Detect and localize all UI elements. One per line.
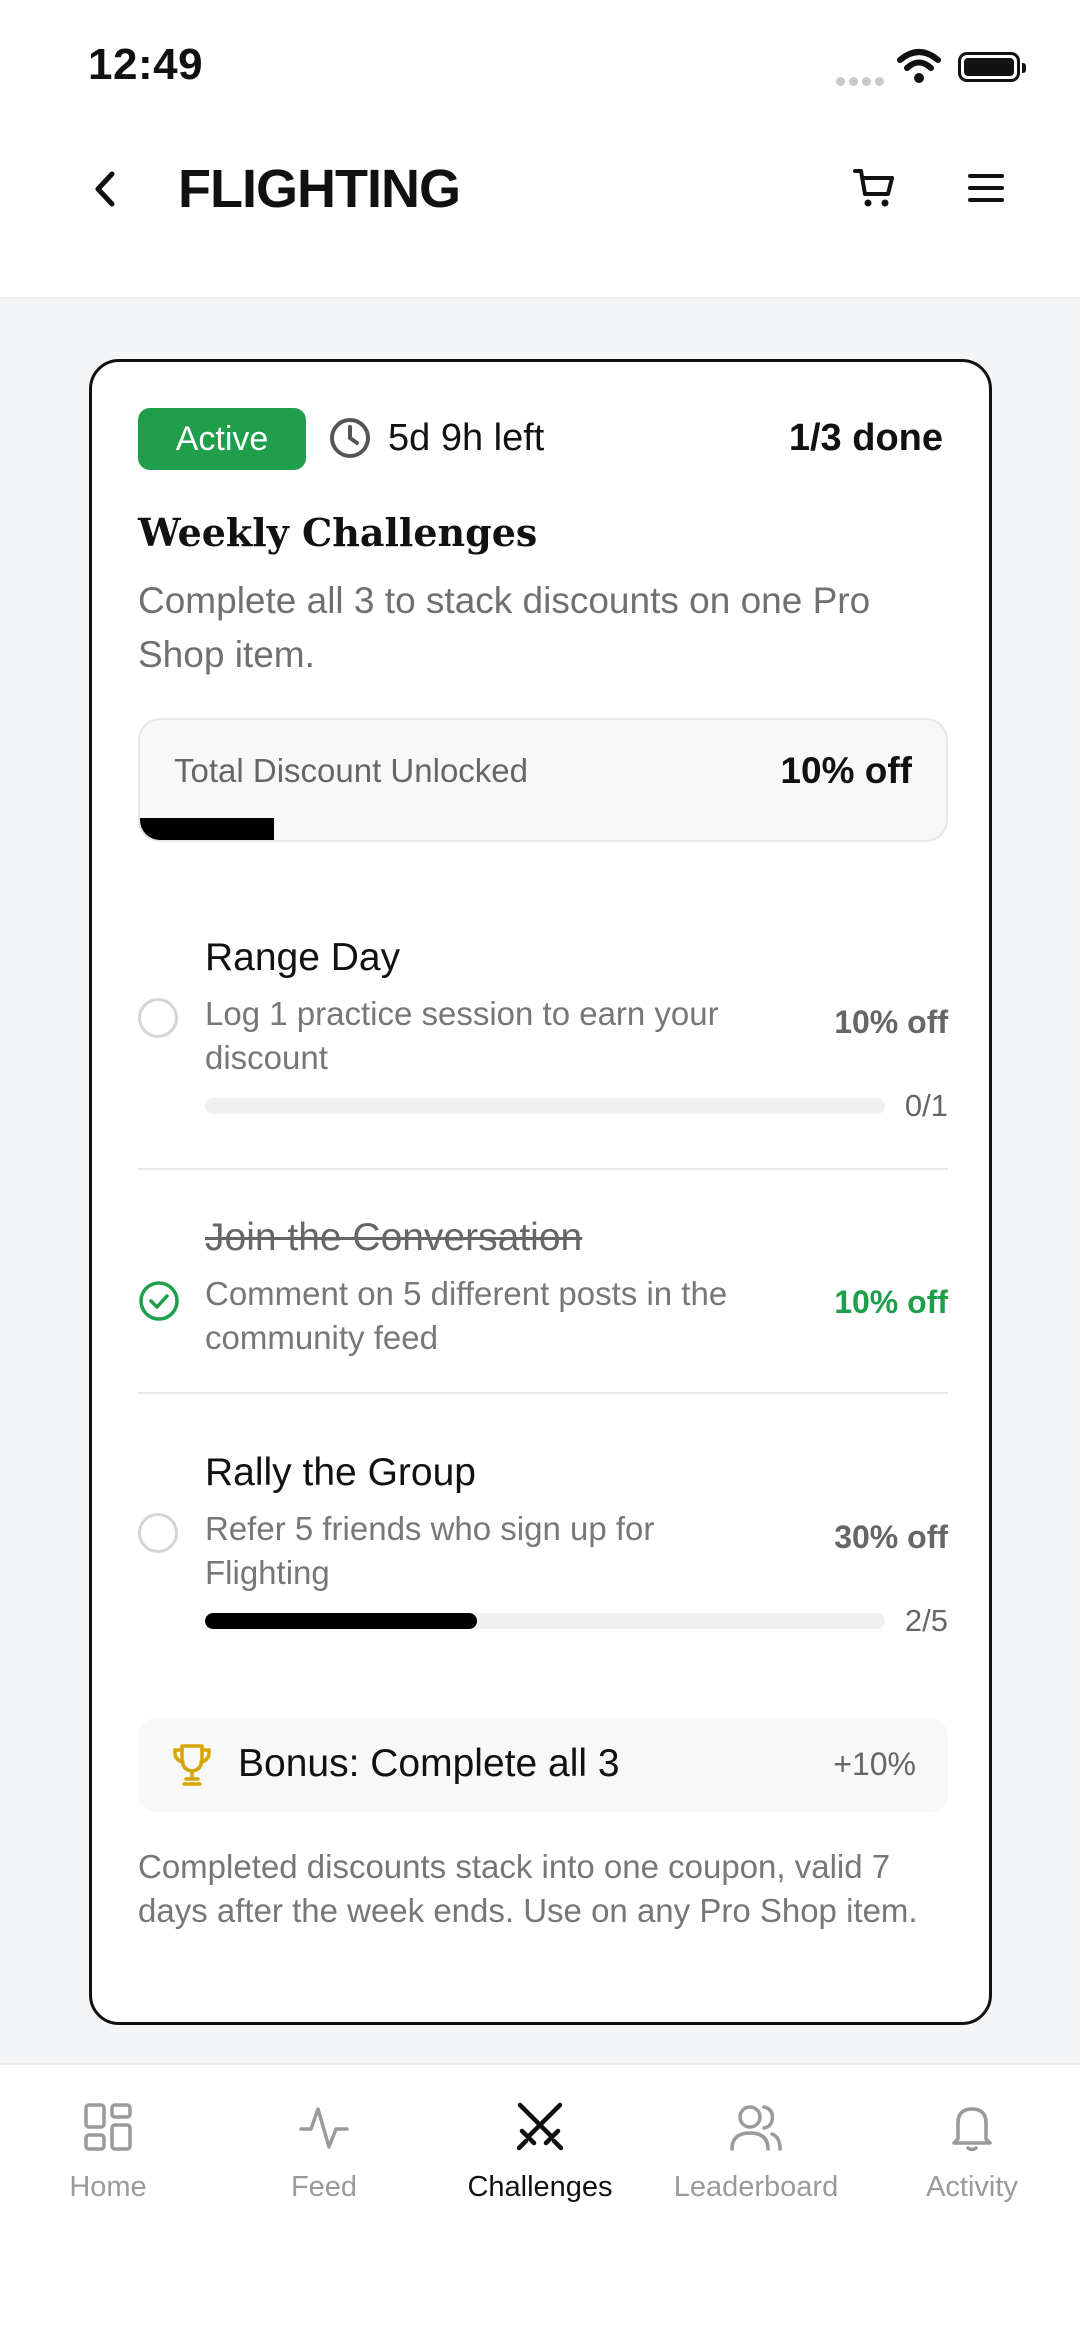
tab-label: Feed: [290, 2171, 358, 2203]
bonus-row: Bonus: Complete all 3 +10%: [138, 1718, 948, 1812]
crossed-swords-icon: [516, 2102, 564, 2151]
tab-challenges[interactable]: Challenges: [432, 2101, 648, 2204]
challenge-reward: 10% off: [834, 1004, 948, 1040]
tab-leaderboard[interactable]: Leaderboard: [648, 2101, 864, 2204]
total-discount-label: Total Discount Unlocked: [174, 752, 529, 789]
divider: [138, 1392, 948, 1394]
cart-icon[interactable]: [852, 166, 896, 210]
challenge-progress-fill: [205, 1613, 477, 1629]
divider: [138, 1168, 948, 1170]
status-badge: Active: [138, 408, 306, 470]
status-time: 12:49: [88, 40, 204, 89]
challenge-title: Range Day: [205, 936, 401, 979]
challenge-progress-count: 2/5: [904, 1603, 948, 1638]
trophy-icon: [173, 1744, 211, 1786]
total-discount-box: Total Discount Unlocked 10% off: [138, 718, 948, 842]
check-circle-icon: [139, 1281, 179, 1321]
radio-unchecked-icon[interactable]: [138, 998, 178, 1038]
challenge-description: Refer 5 friends who sign up for Flightin…: [205, 1510, 655, 1591]
clock-icon: [330, 418, 370, 458]
challenge-item-join-conversation[interactable]: Join the Conversation Comment on 5 diffe…: [138, 1212, 948, 1356]
challenge-progress-track: [205, 1613, 885, 1629]
challenge-title: Rally the Group: [205, 1451, 476, 1494]
radio-unchecked-icon[interactable]: [138, 1513, 178, 1553]
total-discount-progress: [140, 818, 274, 840]
page-title: FLIGHTING: [178, 159, 461, 219]
challenges-title: Weekly Challenges: [138, 510, 538, 555]
hamburger-menu-icon[interactable]: [966, 172, 1006, 204]
time-left: 5d 9h left: [388, 417, 545, 459]
users-icon: [730, 2105, 782, 2151]
challenge-reward: 10% off: [834, 1284, 948, 1320]
challenge-item-rally-group[interactable]: Rally the Group Refer 5 friends who sign…: [138, 1437, 948, 1638]
cellular-signal-icon: [836, 73, 888, 91]
coupon-footnote: Completed discounts stack into one coupo…: [138, 1848, 918, 1929]
total-discount-value: 10% off: [780, 750, 912, 791]
tab-label: Activity: [926, 2171, 1018, 2203]
challenge-description: Log 1 practice session to earn your disc…: [205, 995, 719, 1076]
completion-count: 1/3 done: [788, 417, 943, 459]
challenge-title: Join the Conversation: [205, 1216, 583, 1259]
bottom-tab-bar: Home Feed Challenges Leaderboard Activit…: [0, 2063, 1080, 2339]
challenge-reward: 30% off: [834, 1519, 948, 1555]
top-bar: 12:49 FLIGHTING: [0, 0, 1080, 299]
challenge-progress-track: [205, 1098, 885, 1114]
tab-activity[interactable]: Activity: [864, 2101, 1080, 2204]
challenge-item-range-day[interactable]: Range Day Log 1 practice session to earn…: [138, 922, 948, 1123]
tab-label: Home: [69, 2171, 147, 2203]
weekly-challenges-card: Active 5d 9h left 1/3 done Weekly Challe…: [89, 359, 992, 2025]
wifi-icon: [897, 49, 941, 83]
tab-label: Leaderboard: [673, 2171, 839, 2203]
challenge-progress-count: 0/1: [904, 1088, 948, 1123]
back-chevron-icon[interactable]: [86, 166, 126, 212]
tab-home[interactable]: Home: [0, 2101, 216, 2204]
tab-label: Challenges: [467, 2171, 613, 2203]
grid-icon: [84, 2103, 132, 2151]
bonus-value: +10%: [833, 1746, 916, 1782]
tab-feed[interactable]: Feed: [216, 2101, 432, 2204]
activity-pulse-icon: [299, 2107, 349, 2149]
bell-icon: [952, 2107, 992, 2152]
challenges-subtitle: Complete all 3 to stack discounts on one…: [138, 580, 871, 675]
bonus-label: Bonus: Complete all 3: [238, 1742, 620, 1785]
battery-icon: [958, 52, 1026, 82]
challenge-description: Comment on 5 different posts in the comm…: [205, 1275, 728, 1356]
